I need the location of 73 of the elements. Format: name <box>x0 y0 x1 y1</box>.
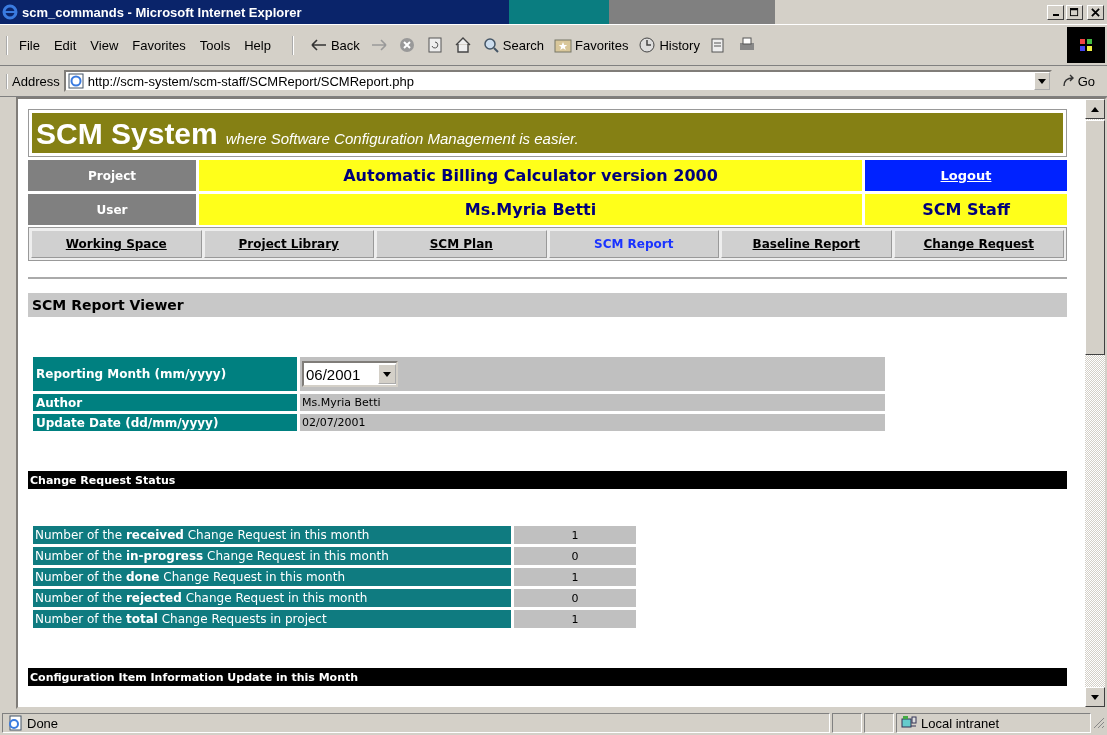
nav-tab[interactable]: Change Request <box>893 230 1064 258</box>
window-title: scm_commands - Microsoft Internet Explorer <box>22 4 302 20</box>
nav-tab[interactable]: SCM Report <box>548 230 719 258</box>
count-value: 1 <box>514 610 636 628</box>
project-name: Automatic Billing Calculator version 2000 <box>199 160 862 191</box>
field-label: Update Date (dd/mm/yyyy) <box>33 414 297 431</box>
windows-logo-icon <box>1067 27 1105 63</box>
network-computer-icon <box>901 715 917 731</box>
menu-item[interactable]: Tools <box>194 35 236 55</box>
menu-item[interactable]: View <box>85 35 124 55</box>
search-icon <box>481 36 500 54</box>
logout-link[interactable]: Logout <box>940 168 992 183</box>
site-banner: SCM System where Software Configuration Management is easier. <box>32 113 1063 153</box>
month-dropdown[interactable]: 06/2001 <box>302 361 398 387</box>
zone-text: Local intranet <box>921 715 1000 731</box>
count-label: Number of the in-progress Change Request in this month <box>33 547 511 565</box>
nav-tab[interactable]: Project Library <box>203 230 374 258</box>
status-panel <box>864 713 894 733</box>
stop-icon <box>397 36 416 54</box>
toolbar-button[interactable]: Back <box>305 34 364 56</box>
browser-logo-icon <box>2 4 18 20</box>
scroll-up-icon <box>1091 106 1099 112</box>
count-value: 1 <box>514 568 636 586</box>
close-icon <box>1091 7 1100 17</box>
count-label: Number of the done Change Request in this month <box>33 568 511 586</box>
toolbar-button[interactable]: Search <box>477 34 548 56</box>
page-icon <box>7 715 23 731</box>
menu-item[interactable]: Help <box>239 35 276 55</box>
resize-grip[interactable] <box>1093 717 1105 729</box>
maximize-button[interactable] <box>1066 4 1083 20</box>
menu-item[interactable]: Edit <box>48 35 82 55</box>
minimize-button[interactable] <box>1047 4 1064 20</box>
section-header-bar: Change Request Status <box>28 471 1067 489</box>
status-panel <box>832 713 862 733</box>
field-label: Author <box>33 394 297 411</box>
date-value: 02/07/2001 <box>300 414 885 431</box>
status-text: Done <box>27 715 59 731</box>
author-value: Ms.Myria Betti <box>300 394 885 411</box>
go-arrow-icon <box>1061 74 1076 88</box>
vertical-scrollbar[interactable] <box>1085 99 1105 707</box>
user-label: User <box>28 194 196 225</box>
nav-tab[interactable]: Working Space <box>31 230 202 258</box>
scroll-down-icon <box>1091 694 1099 700</box>
project-label: Project <box>28 160 196 191</box>
count-value: 0 <box>514 547 636 565</box>
toolbar-button[interactable]: History <box>634 34 704 56</box>
section-header-bar: Configuration Item Information Update in this Month <box>28 668 1067 686</box>
count-label: Number of the rejected Change Request in this month <box>33 589 511 607</box>
count-label: Number of the total Change Requests in project <box>33 610 511 628</box>
address-label: Address <box>6 73 60 89</box>
minimize-icon <box>1052 14 1059 16</box>
count-value: 0 <box>514 589 636 607</box>
caret-icon <box>1037 78 1046 84</box>
caret-icon <box>383 371 391 377</box>
count-label: Number of the received Change Request in this month <box>33 526 511 544</box>
history-clock-icon <box>638 36 657 54</box>
page-icon <box>67 73 84 89</box>
menu-item[interactable]: Favorites <box>127 35 191 55</box>
menu-item[interactable]: File <box>14 35 45 55</box>
nav-tab[interactable]: SCM Plan <box>376 230 547 258</box>
close-button[interactable] <box>1087 4 1104 20</box>
maximize-icon <box>1070 7 1079 17</box>
toolbar-button[interactable]: Favorites <box>550 34 633 56</box>
user-name: Ms.Myria Betti <box>199 194 862 225</box>
nav-tab[interactable]: Baseline Report <box>721 230 892 258</box>
user-role: SCM Staff <box>865 194 1067 225</box>
home-icon <box>453 36 472 54</box>
field-label: Reporting Month (mm/yyyy) <box>33 357 297 391</box>
address-field[interactable]: http://scm-system/scm-staff/SCMReport/SCMReport.php <box>63 70 1052 92</box>
refresh-icon <box>425 36 444 54</box>
go-button[interactable]: Go <box>1055 71 1101 91</box>
section-heading: SCM Report Viewer <box>28 293 1067 317</box>
count-value: 1 <box>514 526 636 544</box>
